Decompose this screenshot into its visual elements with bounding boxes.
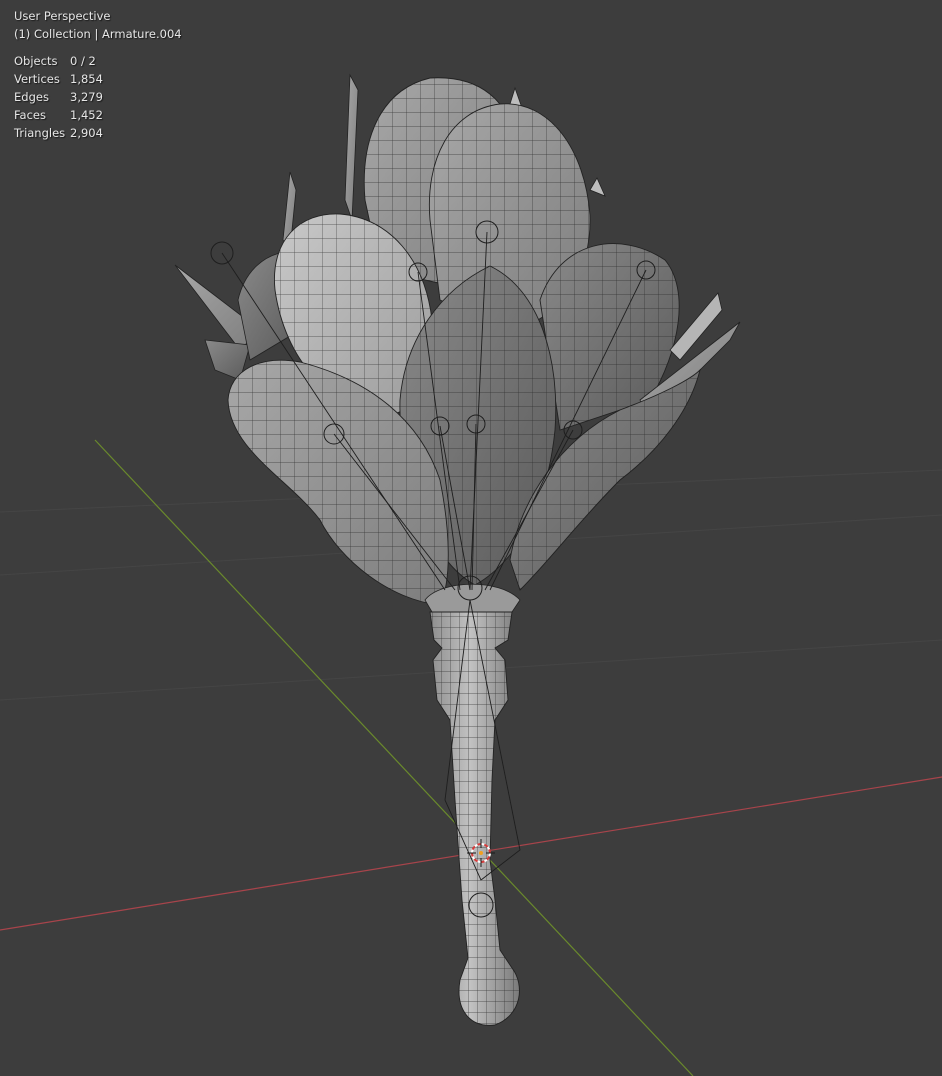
stat-value: 3,279 — [70, 90, 103, 104]
stat-row-edges: Edges 3,279 — [14, 88, 182, 106]
stat-label: Triangles — [14, 126, 66, 140]
stat-label: Vertices — [14, 72, 60, 86]
stat-value: 0 / 2 — [70, 54, 96, 68]
stat-row-vertices: Vertices 1,854 — [14, 70, 182, 88]
scene-canvas[interactable] — [0, 0, 942, 1076]
stat-value: 1,854 — [70, 72, 103, 86]
view-name: User Perspective — [14, 9, 111, 23]
collection-label: (1) Collection | Armature.004 — [14, 27, 182, 41]
3d-viewport[interactable]: User Perspective (1) Collection | Armatu… — [0, 0, 942, 1076]
stat-label: Faces — [14, 108, 46, 122]
stat-row-faces: Faces 1,452 — [14, 106, 182, 124]
stat-value: 1,452 — [70, 108, 103, 122]
stat-row-objects: Objects 0 / 2 — [14, 52, 182, 70]
stat-row-triangles: Triangles 2,904 — [14, 124, 182, 142]
flower-mesh[interactable] — [174, 73, 741, 1026]
scene-statistics: Objects 0 / 2 Vertices 1,854 Edges 3,279… — [14, 52, 182, 142]
viewport-text-overlay: User Perspective (1) Collection | Armatu… — [14, 7, 182, 142]
stat-label: Objects — [14, 54, 58, 68]
stat-label: Edges — [14, 90, 49, 104]
stat-value: 2,904 — [70, 126, 103, 140]
